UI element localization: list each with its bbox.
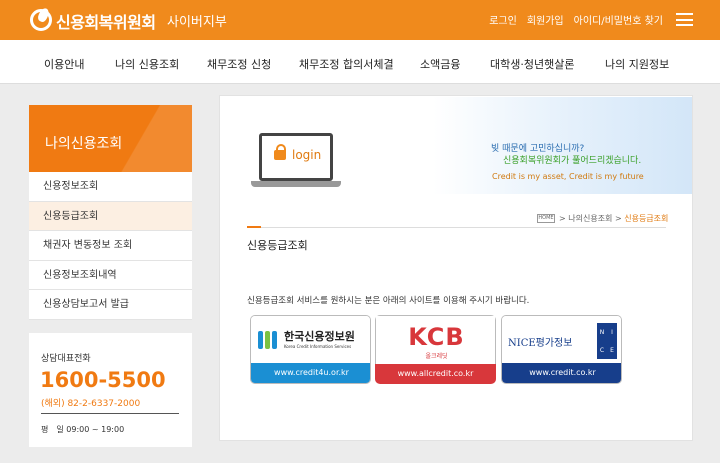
title-accent xyxy=(247,226,261,228)
nav-item-guide[interactable]: 이용안내 xyxy=(44,56,84,72)
sidebar-item-report-issue[interactable]: 신용상담보고서 발급 xyxy=(29,290,192,320)
nav-item-sunshine-loan[interactable]: 대학생·청년햇살론 xyxy=(490,56,574,72)
kcis-site-button[interactable]: 한국신용정보원 Korea Credit Information Service… xyxy=(250,315,371,384)
nav-item-microfinance[interactable]: 소액금융 xyxy=(420,56,460,72)
page-title: 신용등급조회 xyxy=(247,239,308,252)
banner-slogan: Credit is my asset, Credit is my future xyxy=(492,172,644,181)
contact-label: 상담대표전화 xyxy=(41,354,91,364)
kcb-site-button[interactable]: KCB 올크레딧 www.allcredit.co.kr xyxy=(375,315,496,384)
kcb-logo: KCB 올크레딧 xyxy=(375,315,496,364)
sidebar-title-box: 나의신용조회 xyxy=(29,105,192,172)
contact-hours: 평 일 09:00 ~ 19:00 xyxy=(41,425,125,434)
contact-box: 상담대표전화 1600-5500 (해외) 82-2-6337-2000 평 일… xyxy=(29,333,192,447)
sidebar-title: 나의신용조회 xyxy=(45,136,123,152)
sidebar-item-credit-info[interactable]: 신용정보조회 xyxy=(29,172,192,202)
title-divider xyxy=(247,227,666,228)
nice-name: NICE평가정보 xyxy=(508,338,573,349)
laptop-icon[interactable]: login xyxy=(259,133,333,181)
login-banner: login 빚 때문에 고민하십니까? 신용회복위원회가 풀어드리겠습니다. C… xyxy=(221,97,692,194)
banner-answer: 신용회복위원회가 풀어드리겠습니다. xyxy=(503,156,642,166)
nice-logo: NICE평가정보 NI CE xyxy=(502,316,621,365)
breadcrumb-sep: > xyxy=(612,214,625,223)
sidebar-item-inquiry-history[interactable]: 신용정보조회내역 xyxy=(29,261,192,290)
menu-icon[interactable] xyxy=(676,13,693,26)
top-header: 신용회복위원회 사이버지부 로그인 회원가입 아이디/비밀번호 찾기 xyxy=(0,0,720,40)
laptop-base xyxy=(251,181,341,187)
kcis-logo: 한국신용정보원 Korea Credit Information Service… xyxy=(251,316,370,365)
home-icon[interactable]: HOME xyxy=(537,214,555,223)
logo-icon[interactable] xyxy=(30,9,52,31)
logo-text[interactable]: 신용회복위원회 xyxy=(56,9,156,33)
utility-links: 로그인 회원가입 아이디/비밀번호 찾기 xyxy=(489,12,663,27)
nice-logo-box-icon: NI CE xyxy=(597,323,617,359)
nav-item-agreement[interactable]: 채무조정 합의서체결 xyxy=(299,56,394,72)
sidebar-item-credit-grade[interactable]: 신용등급조회 xyxy=(29,201,192,231)
main-nav: 이용안내 나의 신용조회 채무조정 신청 채무조정 합의서체결 소액금융 대학생… xyxy=(0,40,720,84)
sidebar-menu: 신용정보조회 신용등급조회 채권자 변동정보 조회 신용정보조회내역 신용상담보… xyxy=(29,172,192,320)
login-label: login xyxy=(292,148,322,162)
breadcrumb-current: 신용등급조회 xyxy=(624,214,669,223)
contact-overseas: (해외) 82-2-6337-2000 xyxy=(41,399,141,409)
sidebar-item-creditor-change[interactable]: 채권자 변동정보 조회 xyxy=(29,231,192,261)
nav-item-credit-check[interactable]: 나의 신용조회 xyxy=(115,56,179,72)
divider xyxy=(41,413,179,414)
signup-link[interactable]: 회원가입 xyxy=(527,12,564,27)
breadcrumb: > 나의신용조회 > 신용등급조회 xyxy=(559,213,668,224)
nav-item-my-support[interactable]: 나의 지원정보 xyxy=(605,56,669,72)
kcis-name: 한국신용정보원 xyxy=(284,330,355,343)
lock-icon xyxy=(274,144,286,160)
kcb-logo-text: KCB xyxy=(408,323,465,351)
kcis-name-en: Korea Credit Information Services xyxy=(284,344,352,349)
page-description: 신용등급조회 서비스를 원하시는 분은 아래의 사이트를 이용해 주시기 바랍니… xyxy=(247,296,530,306)
login-link[interactable]: 로그인 xyxy=(489,12,517,27)
kcb-url: www.allcredit.co.kr xyxy=(375,364,496,384)
kcb-sub-text: 올크레딧 xyxy=(425,353,448,360)
logo-subtitle: 사이버지부 xyxy=(167,15,227,30)
main-panel: login 빚 때문에 고민하십니까? 신용회복위원회가 풀어드리겠습니다. C… xyxy=(219,95,693,441)
nice-url: www.credit.co.kr xyxy=(502,363,621,383)
breadcrumb-sep: > xyxy=(559,214,569,223)
nice-site-button[interactable]: NICE평가정보 NI CE www.credit.co.kr xyxy=(501,315,622,384)
contact-number: 1600-5500 xyxy=(40,368,166,392)
kcis-mark-icon xyxy=(258,331,278,349)
nav-item-debt-adjust[interactable]: 채무조정 신청 xyxy=(207,56,271,72)
breadcrumb-parent[interactable]: 나의신용조회 xyxy=(568,214,612,223)
find-account-link[interactable]: 아이디/비밀번호 찾기 xyxy=(574,12,663,27)
kcis-url: www.credit4u.or.kr xyxy=(251,363,370,383)
